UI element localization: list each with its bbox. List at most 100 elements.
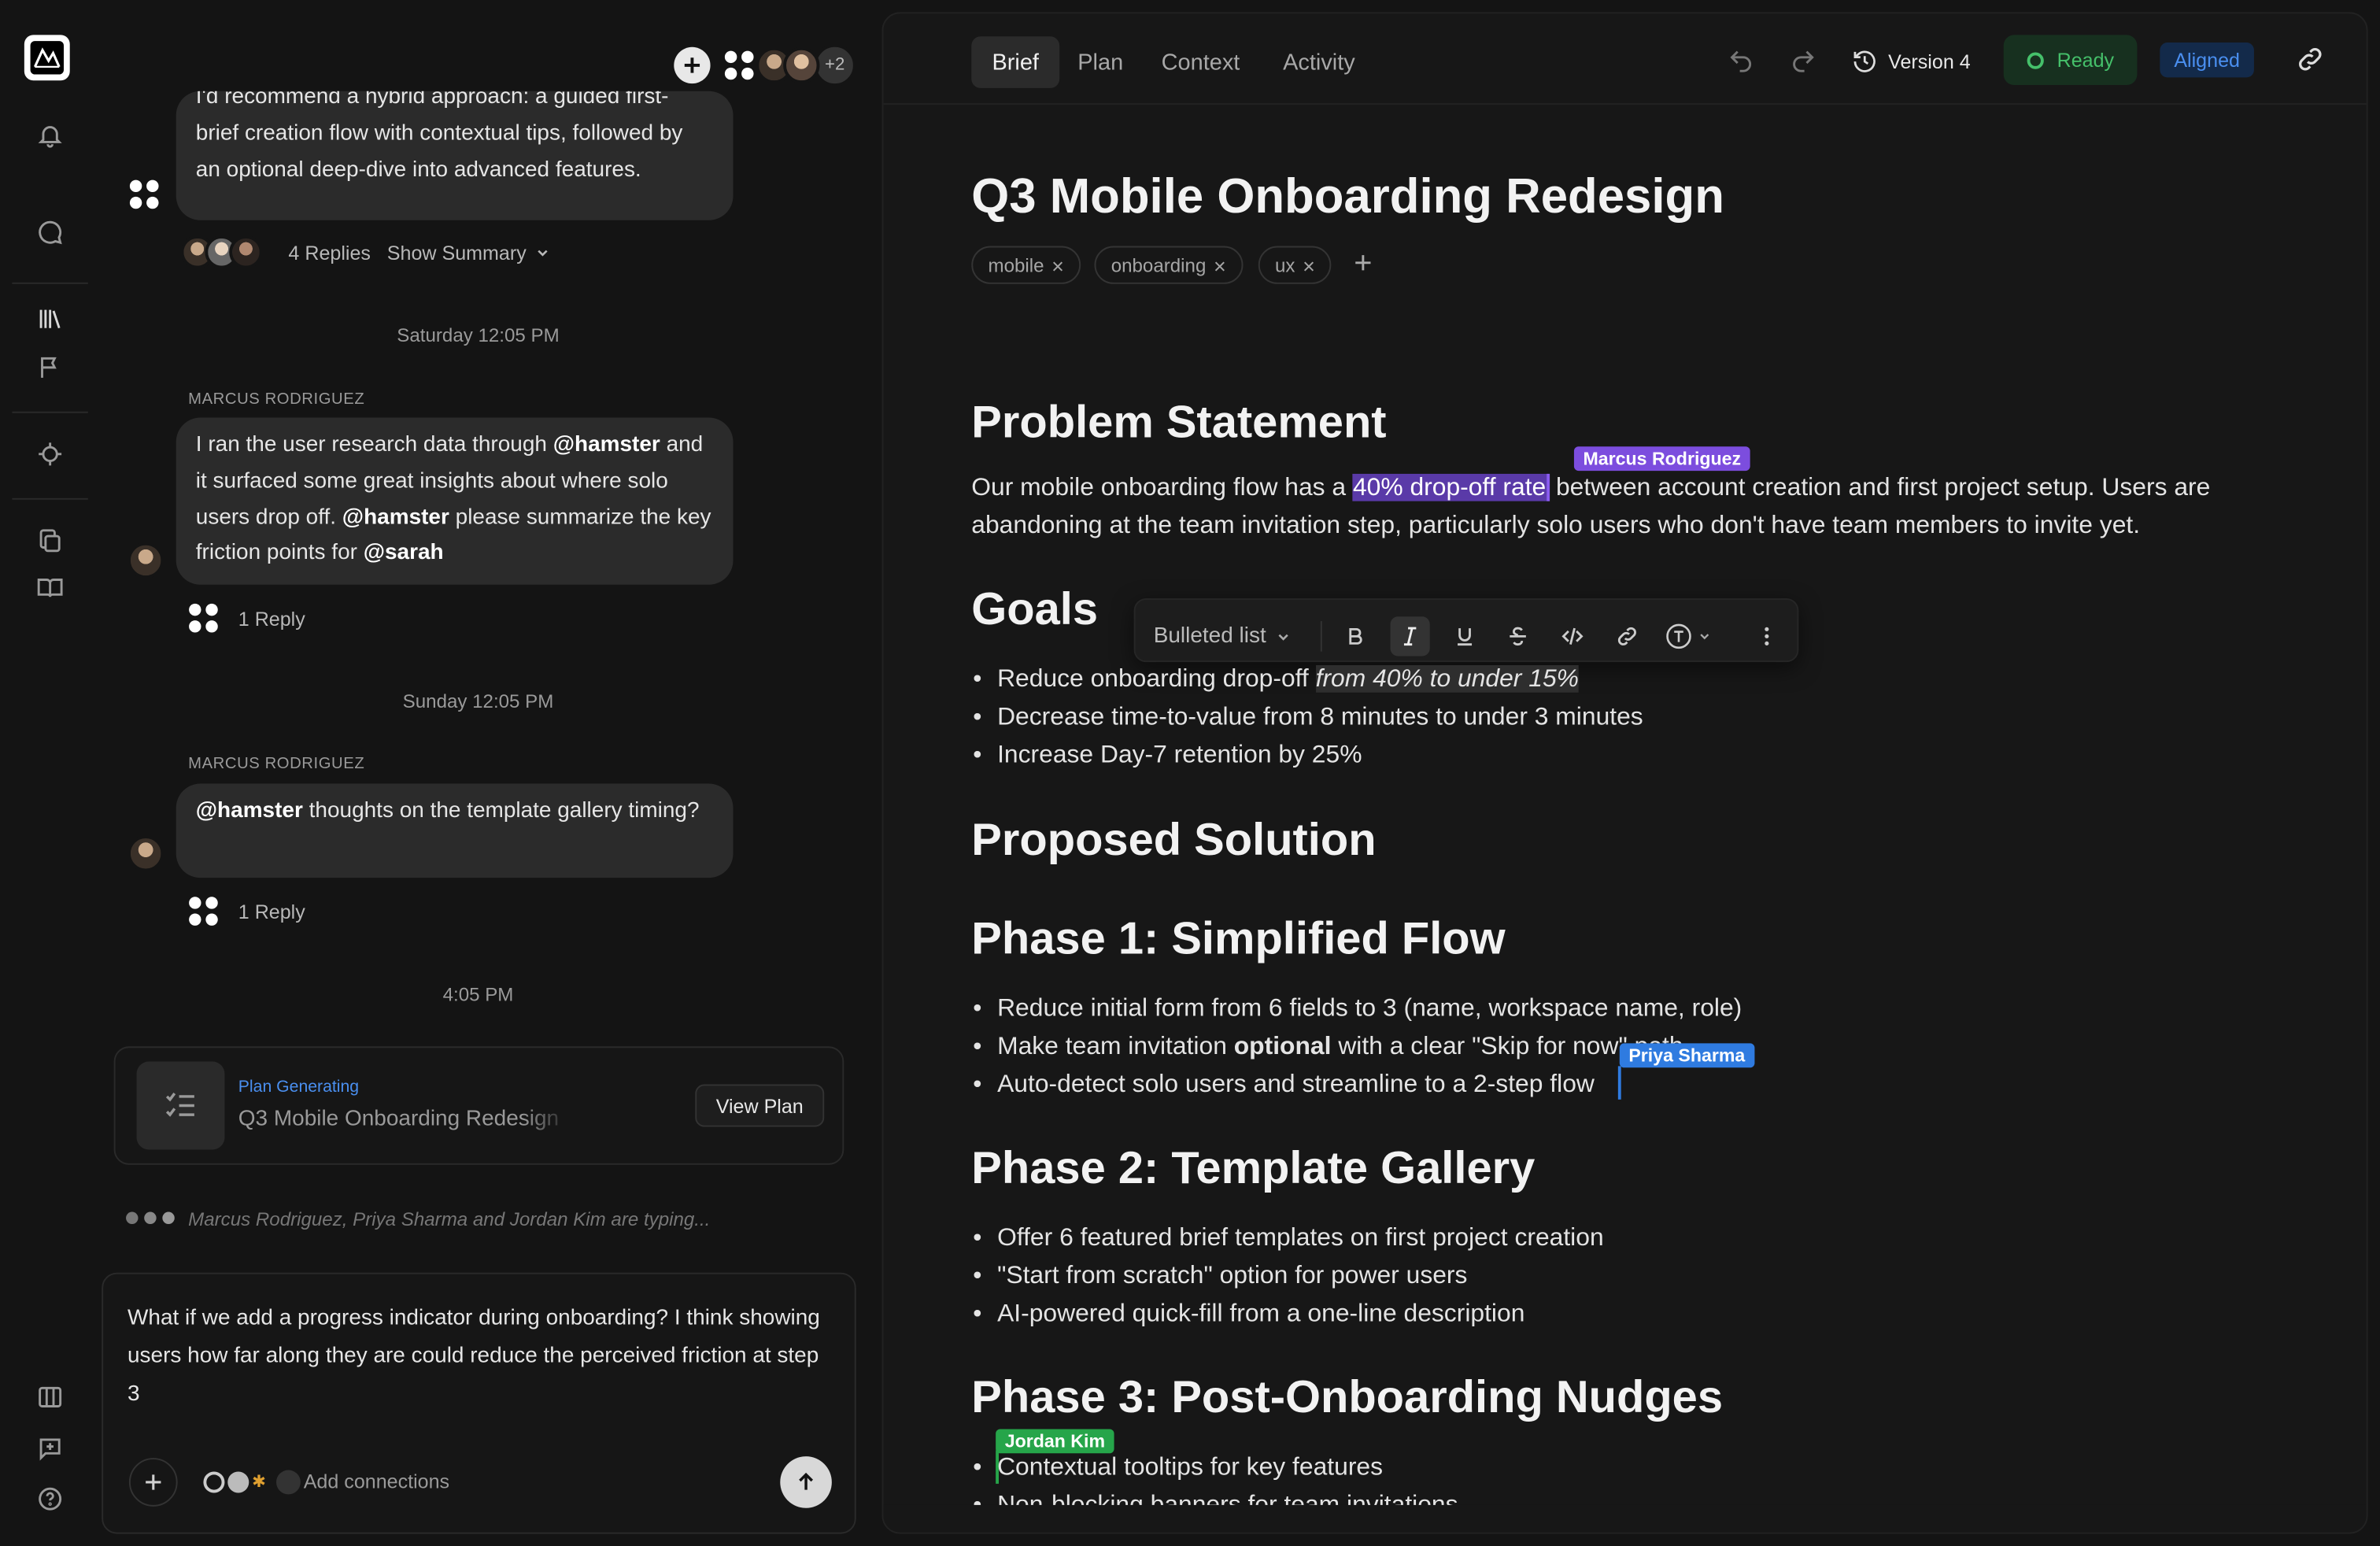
tag-chip[interactable]: onboarding × [1094, 246, 1244, 284]
list-item[interactable]: "Start from scratch" option for power us… [973, 1262, 1467, 1291]
code-button[interactable] [1553, 616, 1592, 656]
replies-link[interactable]: 4 Replies [288, 242, 371, 264]
code-icon [1561, 627, 1584, 645]
chat-message-bubble[interactable]: I'd recommend a hybrid approach: a guide… [176, 91, 734, 220]
tag-chip[interactable]: mobile × [971, 246, 1081, 284]
link-icon[interactable] [2295, 44, 2326, 75]
list-item[interactable]: AI-powered quick-fill from a one-line de… [973, 1300, 1524, 1329]
typing-indicator: Marcus Rodriguez, Priya Sharma and Jorda… [188, 1208, 711, 1230]
paragraph[interactable]: Our mobile onboarding flow has a 40% dro… [971, 469, 2277, 545]
mention[interactable]: @hamster [342, 505, 449, 530]
book-icon[interactable] [33, 571, 66, 604]
message-composer[interactable]: What if we add a progress indicator duri… [102, 1272, 856, 1534]
strikethrough-button[interactable] [1498, 616, 1537, 656]
list-item[interactable]: Reduce initial form from 6 fields to 3 (… [973, 995, 1742, 1024]
more-options-button[interactable] [1747, 616, 1787, 656]
plan-card[interactable]: Plan Generating Q3 Mobile Onboarding Red… [113, 1046, 844, 1165]
italic-button[interactable] [1390, 616, 1430, 656]
close-icon[interactable]: × [1051, 253, 1064, 277]
list-item[interactable]: Contextual tooltips for key features [973, 1453, 1383, 1482]
hamster-avatar-icon [128, 178, 161, 211]
text-icon [1666, 623, 1691, 649]
send-button[interactable] [780, 1456, 832, 1508]
slack-icon: ✱ [252, 1473, 266, 1492]
undo-icon[interactable] [1728, 47, 1755, 75]
list-item[interactable]: Decrease time-to-value from 8 minutes to… [973, 703, 1643, 732]
library-icon[interactable] [33, 302, 66, 335]
italic-selected-text: from 40% to under 15% [1315, 665, 1579, 693]
mention[interactable]: @hamster [196, 799, 303, 823]
view-plan-button[interactable]: View Plan [695, 1084, 825, 1127]
scroll-fade [883, 1504, 2367, 1533]
section-heading[interactable]: Problem Statement [971, 398, 1386, 449]
close-icon[interactable]: × [1303, 253, 1315, 277]
version-button[interactable]: Version 4 [1852, 43, 1971, 79]
columns-icon[interactable] [33, 1381, 66, 1414]
underline-icon [1458, 628, 1473, 646]
message-line: an optional deep-dive into advanced feat… [195, 157, 641, 182]
target-icon[interactable] [33, 438, 66, 471]
composer-input[interactable]: What if we add a progress indicator duri… [128, 1300, 826, 1414]
strikethrough-icon [1510, 627, 1526, 646]
bell-icon[interactable] [33, 118, 66, 151]
replies-link[interactable]: 1 Reply [238, 608, 305, 631]
section-heading[interactable]: Goals [971, 585, 1098, 637]
tag-label: ux [1274, 254, 1295, 276]
section-heading[interactable]: Phase 3: Post-Onboarding Nudges [971, 1373, 1723, 1425]
show-summary-label: Show Summary [386, 241, 527, 264]
chat-message-bubble[interactable]: @hamster thoughts on the template galler… [176, 783, 734, 878]
arrow-up-icon [799, 1472, 814, 1490]
list-item[interactable]: Increase Day-7 retention by 25% [973, 741, 1362, 770]
tab-plan[interactable]: Plan [1066, 36, 1136, 88]
flag-icon[interactable] [33, 351, 66, 384]
document-panel: Brief Plan Context Activity Version 4 Re… [881, 12, 2368, 1534]
mention[interactable]: @sarah [364, 542, 444, 566]
list-item[interactable]: Reduce onboarding drop-off from 40% to u… [973, 665, 1579, 694]
chat-message-bubble[interactable]: I ran the user research data through @ha… [176, 417, 734, 585]
tag-chip[interactable]: ux × [1258, 246, 1332, 284]
section-heading[interactable]: Proposed Solution [971, 816, 1376, 867]
list-item[interactable]: Auto-detect solo users and streamline to… [973, 1071, 1595, 1100]
aligned-badge[interactable]: Aligned [2160, 43, 2254, 78]
hamster-avatar-icon [187, 894, 220, 927]
sender-name: MARCUS RODRIGUEZ [188, 754, 365, 773]
chevron-down-icon [537, 250, 548, 257]
tab-activity[interactable]: Activity [1269, 36, 1369, 88]
collaborator-cursor [1617, 1066, 1621, 1100]
replies-link[interactable]: 1 Reply [238, 901, 305, 923]
section-heading[interactable]: Phase 1: Simplified Flow [971, 914, 1505, 966]
redo-icon[interactable] [1790, 47, 1817, 75]
connections-icons[interactable]: ✱ [203, 1470, 301, 1495]
status-badge[interactable]: Ready [2003, 35, 2138, 86]
day-separator: Sunday 12:05 PM [402, 690, 554, 712]
underline-button[interactable] [1445, 616, 1484, 656]
list-item[interactable]: Make team invitation optional with a cle… [973, 1033, 1683, 1062]
hamster-bot-icon [722, 49, 756, 82]
tab-brief[interactable]: Brief [971, 36, 1060, 88]
link-button[interactable] [1607, 616, 1646, 656]
block-type-dropdown[interactable]: Bulleted list [1154, 616, 1291, 656]
help-icon[interactable] [33, 1482, 66, 1515]
section-heading[interactable]: Phase 2: Template Gallery [971, 1144, 1535, 1196]
show-summary-button[interactable]: Show Summary [387, 242, 549, 264]
copy-icon[interactable] [33, 524, 66, 557]
bold-button[interactable] [1336, 616, 1375, 656]
time-separator: 4:05 PM [442, 984, 514, 1006]
plus-icon [1355, 255, 1371, 271]
chat-icon[interactable] [33, 216, 66, 249]
mention[interactable]: @hamster [553, 433, 660, 457]
page-title[interactable]: Q3 Mobile Onboarding Redesign [971, 168, 1724, 224]
attach-button[interactable] [128, 1458, 178, 1507]
tab-context[interactable]: Context [1151, 36, 1251, 88]
feedback-icon[interactable] [33, 1432, 66, 1465]
close-icon[interactable]: × [1214, 253, 1226, 277]
app-logo[interactable] [24, 35, 70, 81]
reply-avatars [180, 235, 263, 269]
add-connections-link[interactable]: Add connections [304, 1470, 449, 1493]
text-color-button[interactable] [1661, 616, 1715, 656]
list-item[interactable]: Offer 6 featured brief templates on firs… [973, 1224, 1603, 1253]
participants[interactable]: +2 [722, 43, 856, 87]
new-chat-button[interactable] [674, 46, 711, 84]
status-ring-icon [2027, 51, 2045, 68]
add-tag-button[interactable] [1352, 252, 1373, 273]
